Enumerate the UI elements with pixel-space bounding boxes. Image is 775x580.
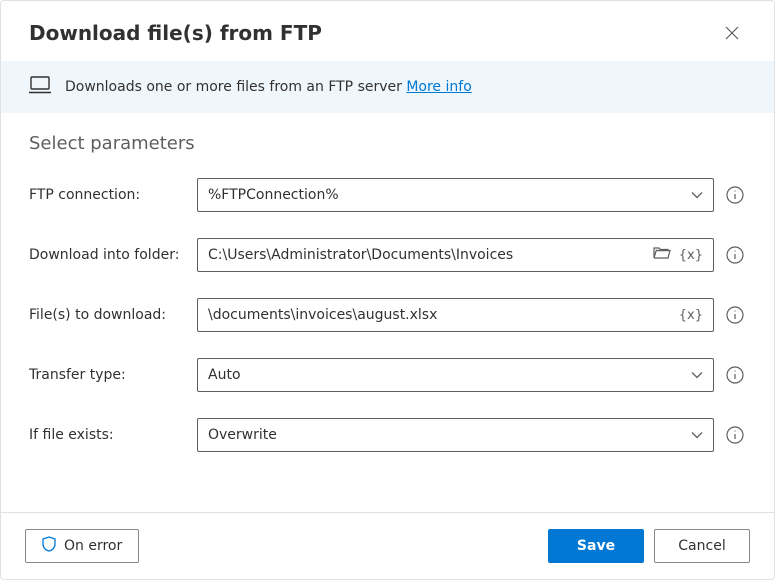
input-download-folder[interactable]: C:\Users\Administrator\Documents\Invoice… [197,238,714,272]
save-button[interactable]: Save [548,529,644,563]
footer-actions: Save Cancel [548,529,750,563]
info-transfer-type[interactable] [724,364,746,386]
dialog: Download file(s) from FTP Downloads one … [0,0,775,580]
variable-picker-button[interactable]: {x} [679,248,703,263]
variable-picker-button[interactable]: {x} [679,308,703,323]
chevron-down-icon [691,427,703,443]
close-button[interactable] [718,19,746,47]
save-button-label: Save [577,538,615,554]
info-download-folder[interactable] [724,244,746,266]
label-ftp-connection: FTP connection: [29,187,187,203]
input-download-folder-value: C:\Users\Administrator\Documents\Invoice… [208,247,645,263]
select-transfer-type-value: Auto [208,367,683,383]
dialog-title: Download file(s) from FTP [29,21,322,45]
select-if-file-exists-value: Overwrite [208,427,683,443]
banner-text: Downloads one or more files from an FTP … [65,79,472,95]
info-banner: Downloads one or more files from an FTP … [1,61,774,113]
monitor-icon [29,75,51,99]
info-ftp-connection[interactable] [724,184,746,206]
on-error-label: On error [64,538,122,554]
banner-text-content: Downloads one or more files from an FTP … [65,79,406,95]
content-area: Select parameters FTP connection: %FTPCo… [1,113,774,512]
select-transfer-type[interactable]: Auto [197,358,714,392]
section-title: Select parameters [29,133,746,154]
shield-icon [42,536,56,556]
row-transfer-type: Transfer type: Auto [29,358,746,392]
on-error-button[interactable]: On error [25,529,139,563]
label-transfer-type: Transfer type: [29,367,187,383]
cancel-button[interactable]: Cancel [654,529,750,563]
more-info-link[interactable]: More info [406,79,471,95]
select-ftp-connection-value: %FTPConnection% [208,187,683,203]
info-files-to-download[interactable] [724,304,746,326]
input-files-to-download-value: \documents\invoices\august.xlsx [208,307,671,323]
dialog-header: Download file(s) from FTP [1,1,774,61]
close-icon [725,26,739,40]
label-files-to-download: File(s) to download: [29,307,187,323]
input-files-to-download[interactable]: \documents\invoices\august.xlsx {x} [197,298,714,332]
row-files-to-download: File(s) to download: \documents\invoices… [29,298,746,332]
select-ftp-connection[interactable]: %FTPConnection% [197,178,714,212]
row-if-file-exists: If file exists: Overwrite [29,418,746,452]
select-if-file-exists[interactable]: Overwrite [197,418,714,452]
row-download-folder: Download into folder: C:\Users\Administr… [29,238,746,272]
info-if-file-exists[interactable] [724,424,746,446]
chevron-down-icon [691,367,703,383]
chevron-down-icon [691,187,703,203]
dialog-footer: On error Save Cancel [1,512,774,579]
cancel-button-label: Cancel [678,538,725,554]
row-ftp-connection: FTP connection: %FTPConnection% [29,178,746,212]
label-download-folder: Download into folder: [29,247,187,263]
browse-folder-button[interactable] [653,246,671,264]
label-if-file-exists: If file exists: [29,427,187,443]
